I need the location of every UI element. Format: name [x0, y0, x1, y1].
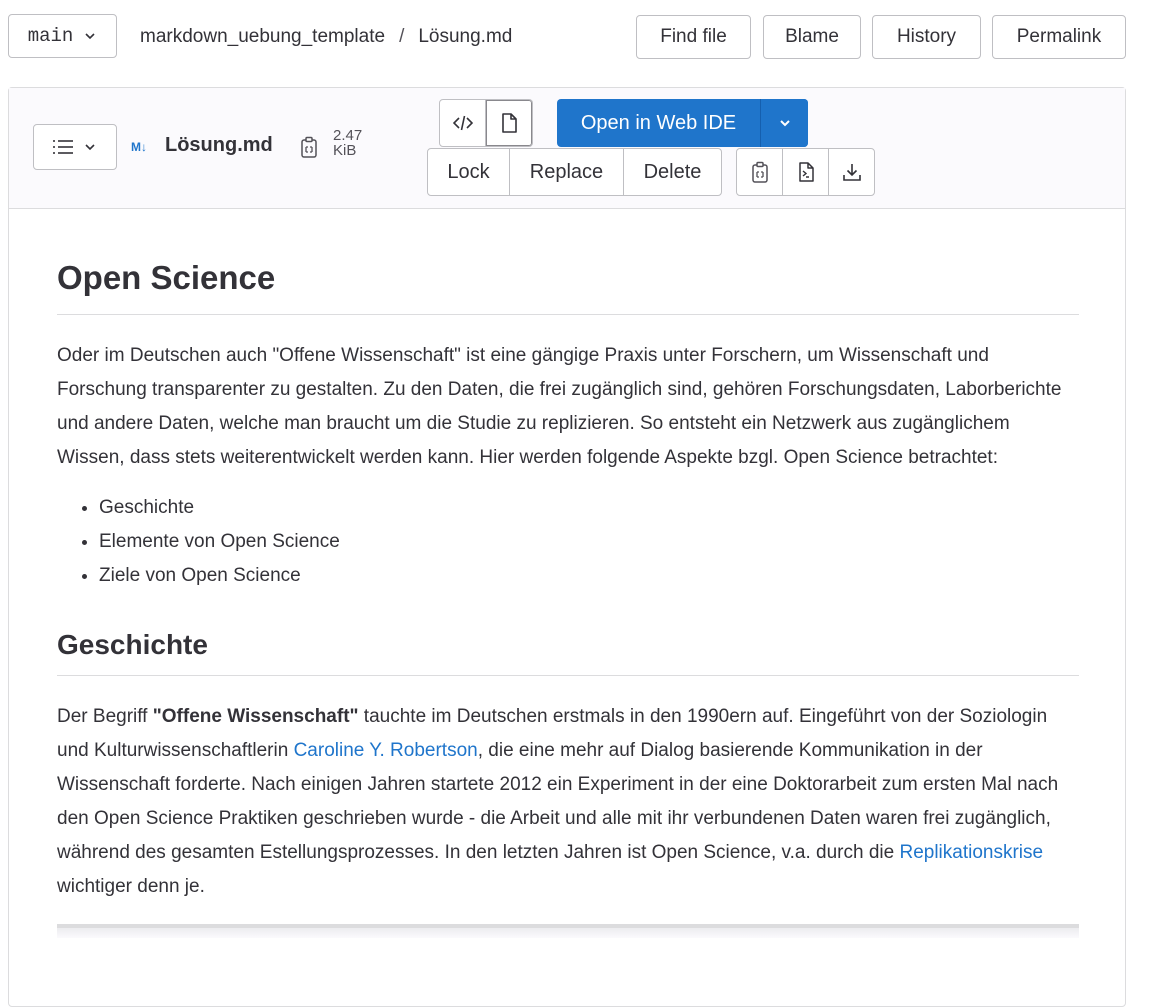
heading-geschichte: Geschichte [57, 593, 1079, 676]
branch-selector[interactable]: main [8, 14, 117, 58]
copy-to-clipboard-icon [751, 161, 769, 183]
copy-file-path-icon[interactable] [300, 136, 318, 158]
markdown-icon: M↓ [131, 140, 147, 154]
embedded-image-top [57, 924, 1079, 938]
rendered-markdown: Open Science Oder im Deutschen auch "Off… [57, 208, 1079, 938]
breadcrumb-project[interactable]: markdown_uebung_template [140, 26, 385, 47]
chevron-down-icon [83, 140, 97, 154]
history-paragraph: Der Begriff "Offene Wissenschaft" taucht… [57, 700, 1079, 904]
breadcrumb: markdown_uebung_template / Lösung.md [140, 26, 512, 48]
list-item: Ziele von Open Science [99, 559, 1079, 593]
file-size-value: 2.47 [333, 127, 363, 144]
lock-button[interactable]: Lock [427, 148, 510, 196]
history-text: Der Begriff [57, 706, 153, 727]
robertson-link[interactable]: Caroline Y. Robertson [294, 740, 478, 761]
chevron-down-icon [83, 29, 97, 43]
heading-open-science: Open Science [57, 208, 1079, 315]
file-size: 2.47 KiB [333, 128, 362, 158]
file-actions-group: Lock Replace Delete [427, 148, 722, 196]
history-button[interactable]: History [872, 15, 981, 59]
history-bold-term: "Offene Wissenschaft" [152, 706, 359, 727]
file-name: Lösung.md [165, 134, 273, 156]
breadcrumb-separator: / [399, 26, 405, 47]
display-source-button[interactable] [439, 99, 486, 147]
chevron-down-icon [778, 116, 792, 130]
breadcrumb-file[interactable]: Lösung.md [418, 26, 512, 47]
open-in-web-ide-button-group: Open in Web IDE [557, 99, 808, 147]
file-size-unit: KiB [333, 142, 357, 159]
delete-button[interactable]: Delete [623, 148, 722, 196]
code-icon [452, 115, 473, 131]
open-raw-button[interactable] [782, 148, 829, 196]
table-of-contents-button[interactable] [33, 124, 117, 170]
list-icon [53, 139, 73, 155]
permalink-button[interactable]: Permalink [992, 15, 1126, 59]
file-panel: M↓ Lösung.md 2.47 KiB Open in Web IDE Lo… [8, 87, 1126, 1007]
replikationskrise-link[interactable]: Replikationskrise [899, 842, 1043, 863]
list-item: Geschichte [99, 491, 1079, 525]
document-icon [501, 113, 517, 133]
open-ide-dropdown-button[interactable] [760, 99, 808, 147]
file-utility-group [736, 148, 875, 196]
doc-code-icon [798, 162, 814, 182]
history-text: wichtiger denn je. [57, 876, 205, 897]
list-item: Elemente von Open Science [99, 525, 1079, 559]
blame-button[interactable]: Blame [763, 15, 861, 59]
download-icon [842, 162, 862, 182]
view-toggle [439, 99, 533, 147]
download-button[interactable] [828, 148, 875, 196]
intro-paragraph: Oder im Deutschen auch "Offene Wissensch… [57, 345, 1062, 468]
aspects-list: Geschichte Elemente von Open Science Zie… [57, 491, 1079, 593]
file-header: M↓ Lösung.md 2.47 KiB Open in Web IDE Lo… [9, 88, 1125, 209]
branch-label: main [27, 25, 74, 47]
find-file-button[interactable]: Find file [636, 15, 751, 59]
replace-button[interactable]: Replace [509, 148, 624, 196]
open-in-web-ide-button[interactable]: Open in Web IDE [557, 99, 760, 147]
copy-contents-button[interactable] [736, 148, 783, 196]
display-rendered-button[interactable] [486, 99, 533, 147]
